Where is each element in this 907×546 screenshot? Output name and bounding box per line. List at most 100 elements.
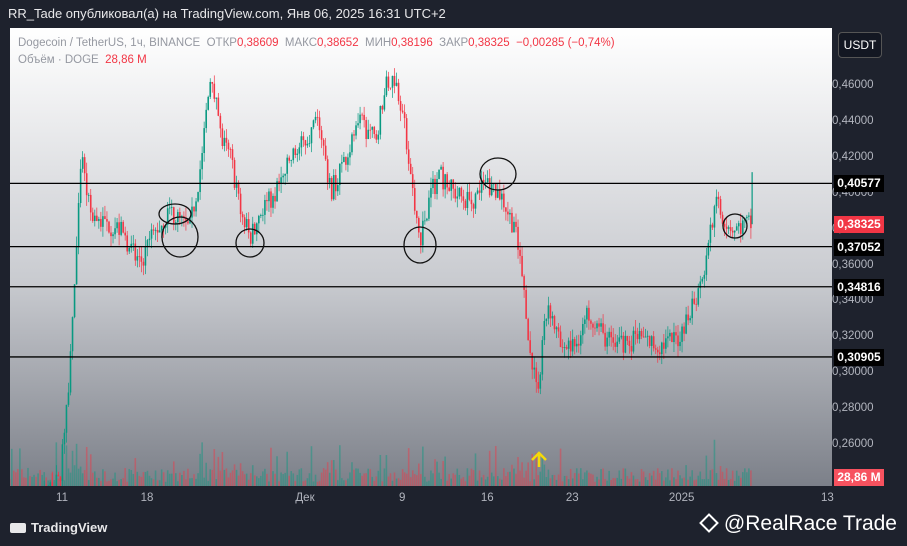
author-credit: @RealRace Trade [699, 512, 897, 536]
volume-bar [733, 480, 736, 486]
volume-bar [379, 454, 382, 486]
volume-bar [638, 481, 641, 486]
candle-body [245, 219, 248, 228]
candle-body [172, 207, 175, 224]
candle-body [310, 127, 313, 144]
candle-body [448, 187, 450, 191]
time-tick-label: 18 [140, 492, 154, 504]
candle-body [381, 106, 384, 110]
candle-body [397, 82, 400, 102]
volume-bar [580, 468, 582, 486]
volume-bar [45, 477, 48, 486]
candle-body [671, 332, 673, 343]
price-tick-label: 0,32000 [832, 330, 874, 343]
candle-body [733, 230, 736, 233]
candle-body [527, 318, 529, 341]
volume-bar [320, 472, 323, 486]
candle-body [709, 224, 712, 243]
volume-bar [438, 472, 440, 486]
candle-body [454, 188, 457, 199]
candle-body [71, 317, 74, 352]
candle-body [288, 157, 291, 161]
volume-bar [460, 478, 463, 486]
candle-body [588, 307, 590, 321]
candle-body [276, 181, 278, 202]
candle-body [446, 174, 448, 188]
volume-bar [150, 478, 153, 486]
volume-bar [91, 472, 94, 486]
candle-body [187, 221, 189, 224]
volume-bar [488, 450, 491, 486]
volume-bar [652, 470, 655, 486]
volume-bar [729, 478, 732, 486]
candle-body [452, 179, 455, 189]
volume-bar [195, 478, 197, 486]
volume-bar [27, 467, 29, 486]
candle-body [697, 288, 700, 305]
volume-bar [511, 464, 513, 486]
candle-body [124, 232, 126, 236]
candle-body [114, 228, 116, 235]
credit-text: @RealRace Trade [723, 512, 897, 535]
candle-body [575, 343, 578, 347]
candle-body [104, 216, 106, 220]
volume-bar [23, 477, 25, 486]
candle-body [268, 191, 270, 202]
volume-bar [124, 468, 126, 486]
candle-body [120, 221, 122, 235]
candle-body [642, 336, 645, 338]
volume-bar [507, 472, 509, 486]
volume-bar [55, 442, 58, 486]
volume-bar [181, 474, 183, 486]
volume-bar [644, 477, 647, 486]
candle-body [582, 324, 584, 336]
candle-body [221, 128, 224, 147]
level-price-tag: 0,37052 [834, 238, 884, 256]
volume-bar [75, 443, 78, 486]
volume-bar [114, 472, 116, 486]
candle-body [577, 343, 580, 346]
candle-body [648, 335, 651, 346]
candle-body [474, 193, 477, 209]
candle-body [239, 193, 242, 215]
candle-body [217, 97, 220, 116]
volume-bar [612, 478, 615, 486]
volume-bar [349, 472, 351, 486]
price-tick-label: 0,34000 [832, 294, 874, 307]
volume-bar [126, 481, 129, 486]
volume-bar [482, 474, 485, 486]
volume-bar [233, 464, 236, 486]
volume-bar [691, 470, 693, 486]
volume-bar [146, 470, 149, 486]
candle-body [260, 214, 262, 216]
volume-bar [450, 478, 453, 486]
volume-bar [89, 454, 92, 486]
candle-body [357, 123, 359, 126]
candle-body [347, 157, 349, 165]
candle-body [130, 243, 133, 248]
currency-button[interactable]: USDT [838, 32, 882, 58]
volume-bar [588, 472, 590, 486]
candle-body [415, 210, 418, 219]
volume-bar [49, 479, 52, 486]
candle-body [608, 331, 610, 338]
candle-body [638, 331, 641, 340]
candle-body [707, 242, 710, 256]
volume-bar [476, 480, 479, 486]
candle-body [622, 335, 625, 353]
candle-body [349, 152, 351, 158]
candle-body [507, 211, 509, 215]
volume-bar [253, 475, 256, 486]
open-value: 0,38609 [236, 37, 279, 49]
candle-body [94, 215, 96, 222]
volume-bar [215, 479, 218, 486]
volume-bar [262, 471, 264, 486]
volume-bar [618, 470, 621, 486]
volume-bar [343, 480, 345, 486]
candle-body [112, 234, 114, 237]
candle-body [375, 134, 378, 140]
chart-pane[interactable] [10, 28, 832, 486]
volume-bar [256, 476, 258, 486]
volume-bar [142, 472, 145, 486]
volume-bar [260, 475, 262, 486]
